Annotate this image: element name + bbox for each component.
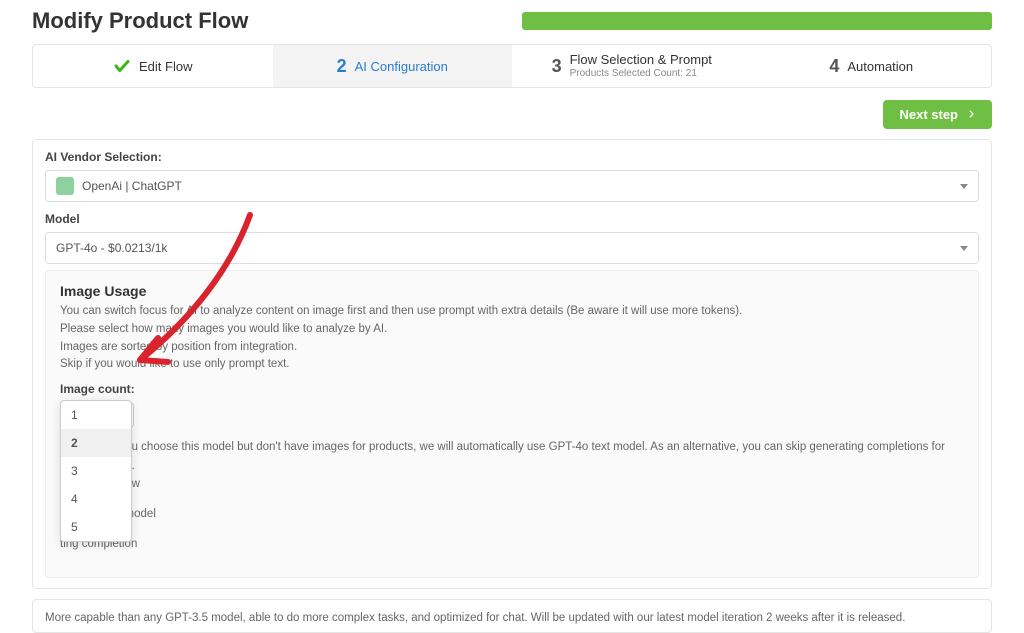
chevron-down-icon <box>960 184 968 189</box>
model-description: More capable than any GPT-3.5 model, abl… <box>45 612 979 624</box>
choice-text-model: GPT-4o text model <box>60 505 964 523</box>
step-automation[interactable]: 4 Automation <box>752 45 992 87</box>
option-1[interactable]: 1 <box>61 401 131 429</box>
image-usage-title: Image Usage <box>60 283 964 299</box>
image-usage-desc: You can switch focus for AI to analyze c… <box>60 303 964 374</box>
step-edit-flow[interactable]: Edit Flow <box>33 45 273 87</box>
step-number: 3 <box>552 56 562 77</box>
step-label: Flow Selection & Prompt <box>570 53 712 67</box>
model-description-panel: More capable than any GPT-3.5 model, abl… <box>32 599 992 633</box>
step-number: 4 <box>829 56 839 77</box>
model-value: GPT-4o - $0.0213/1k <box>56 241 167 255</box>
option-4[interactable]: 4 <box>61 485 131 513</box>
vendor-value: OpenAi | ChatGPT <box>82 179 182 193</box>
progress-bar <box>522 12 992 30</box>
vendor-select[interactable]: OpenAi | ChatGPT <box>45 170 979 202</box>
choice-skip: ting completion <box>60 535 964 553</box>
image-count-dropdown[interactable]: 1 2 3 4 5 <box>60 400 132 542</box>
step-flow-selection[interactable]: 3 Flow Selection & Prompt Products Selec… <box>512 45 752 87</box>
step-bar: Edit Flow 2 AI Configuration 3 Flow Sele… <box>32 44 992 88</box>
step-number: 2 <box>337 56 347 77</box>
next-step-label: Next step <box>899 107 958 122</box>
step-label: Automation <box>847 59 913 74</box>
check-icon <box>113 57 131 75</box>
model-label: Model <box>45 212 979 226</box>
openai-icon <box>56 177 74 195</box>
model-select[interactable]: GPT-4o - $0.0213/1k <box>45 232 979 264</box>
vendor-label: AI Vendor Selection: <box>45 150 979 164</box>
page-title: Modify Product Flow <box>32 8 248 34</box>
option-2[interactable]: 2 <box>61 429 131 457</box>
step-label: Edit Flow <box>139 59 192 74</box>
option-5[interactable]: 5 <box>61 513 131 541</box>
step-ai-configuration[interactable]: 2 AI Configuration <box>273 45 513 87</box>
image-usage-panel: Image Usage You can switch focus for AI … <box>45 270 979 578</box>
image-count-label: Image count: <box>60 382 964 396</box>
config-panel: AI Vendor Selection: OpenAi | ChatGPT Mo… <box>32 139 992 589</box>
step-label: AI Configuration <box>355 59 448 74</box>
step-sub-label: Products Selected Count: 21 <box>570 68 712 79</box>
next-step-button[interactable]: Next step <box>883 100 992 129</box>
fallback-hint: mind that if you choose this model but d… <box>60 438 964 493</box>
chevron-right-icon <box>966 107 976 122</box>
chevron-down-icon <box>960 246 968 251</box>
option-3[interactable]: 3 <box>61 457 131 485</box>
